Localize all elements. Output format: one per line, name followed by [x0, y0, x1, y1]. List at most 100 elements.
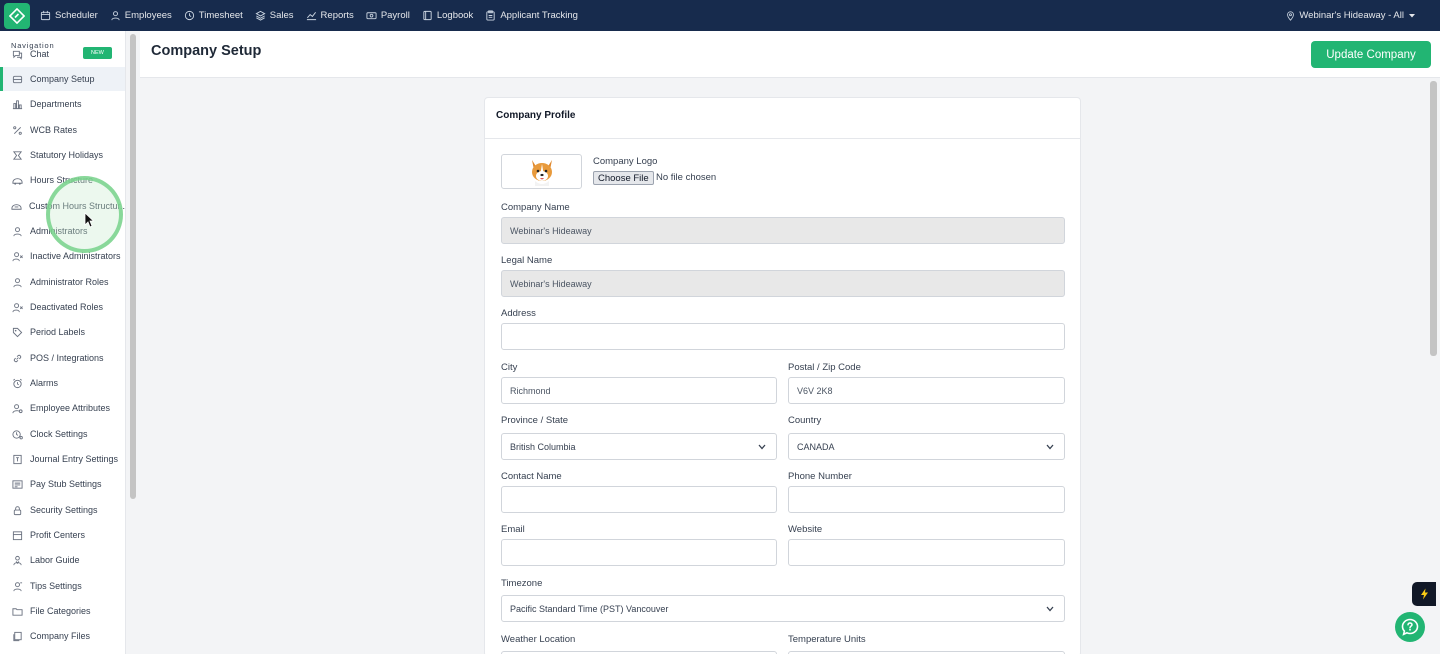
sidebar-item-label: Pay Stub Settings [30, 479, 102, 489]
sidebar-item-icon [11, 402, 23, 414]
sidebar-item-security-settings[interactable]: Security Settings [0, 498, 125, 522]
book-icon [423, 10, 432, 21]
sidebar-item-icon [11, 605, 23, 617]
profit-icon [12, 530, 22, 540]
quick-actions-button[interactable] [1412, 582, 1436, 606]
help-chat-button[interactable] [1395, 612, 1425, 642]
topnav-item-label: Logbook [436, 10, 474, 21]
sidebar-item-icon [11, 428, 23, 440]
help-bubble-icon [1401, 618, 1419, 636]
hours-icon [11, 177, 23, 185]
paystub-icon [11, 479, 23, 489]
chevron-down-icon [1046, 606, 1054, 611]
sidebar-item-label: Company Setup [30, 74, 95, 84]
postal-code-field[interactable]: V6V 2K8 [788, 377, 1065, 404]
clock-icon [184, 10, 194, 21]
sidebar-item-pos-integrations[interactable]: POS / Integrations [0, 346, 125, 370]
sidebar-item-icon [11, 326, 23, 338]
sidebar-item-company-setup[interactable]: Company Setup [0, 67, 125, 91]
sidebar-item-wcb-rates[interactable]: WCB Rates [0, 118, 125, 142]
email-field[interactable] [501, 539, 777, 566]
sidebar-item-employee-attributes[interactable]: Employee Attributes [0, 396, 125, 420]
sidebar-item-icon [11, 453, 23, 465]
topnav-item-reports[interactable]: Reports [306, 10, 354, 21]
journal-icon [12, 454, 22, 464]
sidebar-item-chat[interactable]: Chat NEW [0, 42, 125, 66]
sidebar-item-departments[interactable]: Departments [0, 92, 125, 116]
topnav-item-label: Sales [269, 10, 294, 21]
person-icon [12, 226, 22, 236]
sidebar-item-label: Labor Guide [30, 555, 80, 565]
update-company-button[interactable]: Update Company [1311, 41, 1431, 68]
person-icon [12, 277, 22, 287]
labor-icon [12, 555, 22, 565]
sidebar-item-label: File Categories [30, 606, 91, 616]
topnav-item-logbook[interactable]: Logbook [422, 10, 473, 21]
sidebar-item-administrator-roles[interactable]: Administrator Roles [0, 270, 125, 294]
sidebar-item-company-files[interactable]: Company Files [0, 624, 125, 648]
contact-name-label: Contact Name [501, 471, 562, 482]
contact-name-field[interactable] [501, 486, 777, 513]
map-pin-icon [1287, 10, 1295, 21]
topnav-item-employees[interactable]: Employees [110, 10, 172, 21]
sidebar-item-icon [11, 554, 23, 566]
sidebar-item-label: Administrator Roles [30, 277, 109, 287]
person-icon [111, 11, 120, 21]
sidebar-item-profit-centers[interactable]: Profit Centers [0, 523, 125, 547]
sidebar-item-label: Period Labels [30, 327, 86, 337]
company-name-label: Company Name [501, 202, 570, 213]
website-label: Website [788, 524, 823, 535]
address-label: Address [501, 308, 536, 319]
topnav-item-label: Timesheet [198, 10, 243, 21]
topnav-item-label: Employees [124, 10, 172, 21]
sidebar-item-labor-guide[interactable]: Labor Guide [0, 548, 125, 572]
person-settings-icon [11, 403, 23, 413]
province-select[interactable]: British Columbia [501, 433, 777, 460]
sidebar-item-clock-settings[interactable]: Clock Settings [0, 422, 125, 446]
topnav-item-scheduler[interactable]: Scheduler [40, 10, 98, 21]
sidebar-item-file-categories[interactable]: File Categories [0, 599, 125, 623]
sidebar-item-inactive-administrators[interactable]: Inactive Administrators [0, 244, 125, 268]
sidebar-item-period-labels[interactable]: Period Labels [0, 320, 125, 344]
sidebar-item-label: Company Files [30, 631, 91, 641]
legal-name-field[interactable]: Webinar's Hideaway [501, 270, 1065, 297]
city-field[interactable]: Richmond [501, 377, 777, 404]
province-value: British Columbia [510, 441, 576, 452]
topnav-item-sales[interactable]: Sales [255, 10, 294, 21]
choose-file-button[interactable]: Choose File [593, 171, 654, 185]
phone-number-field[interactable] [788, 486, 1065, 513]
sidebar-item-label: Employee Attributes [30, 403, 111, 413]
alarm-icon [12, 378, 22, 388]
sidebar-scrollbar[interactable] [127, 31, 139, 654]
sidebar-item-alarms[interactable]: Alarms [0, 371, 125, 395]
topnav-item-timesheet[interactable]: Timesheet [184, 10, 243, 21]
location-selector[interactable]: Webinar's Hideaway - All [1282, 0, 1420, 31]
city-label: City [501, 362, 518, 373]
country-select[interactable]: CANADA [788, 433, 1065, 460]
province-label: Province / State [501, 415, 569, 426]
timezone-value: Pacific Standard Time (PST) Vancouver [510, 603, 669, 614]
topnav-item-payroll[interactable]: Payroll [366, 10, 410, 21]
sidebar-item-label: Security Settings [30, 505, 98, 515]
timezone-select[interactable]: Pacific Standard Time (PST) Vancouver [501, 595, 1065, 622]
website-field[interactable] [788, 539, 1065, 566]
main-scrollbar[interactable] [1427, 78, 1440, 654]
email-label: Email [501, 524, 525, 535]
custom-hours-icon [11, 203, 22, 210]
sidebar-item-pay-stub-settings[interactable]: Pay Stub Settings [0, 472, 125, 496]
sidebar-item-icon [11, 504, 23, 516]
address-field[interactable] [501, 323, 1065, 350]
company-name-field[interactable]: Webinar's Hideaway [501, 217, 1065, 244]
new-badge: NEW [83, 47, 112, 59]
sidebar-item-tips-settings[interactable]: Tips Settings [0, 574, 125, 598]
calendar-holiday-icon [12, 150, 22, 160]
sidebar-item-label: Inactive Administrators [30, 251, 121, 261]
top-navbar: Scheduler Employees Timesheet Sales Reports P… [0, 0, 1440, 31]
app-logo[interactable] [4, 2, 30, 29]
sidebar-item-statutory-holidays[interactable]: Statutory Holidays [0, 143, 125, 167]
sidebar-item-deactivated-roles[interactable]: Deactivated Roles [0, 295, 125, 319]
topnav-item-applicant-tracking[interactable]: Applicant Tracking [485, 10, 578, 21]
topnav-item-label: Payroll [380, 10, 410, 21]
chart-line-icon [306, 12, 316, 21]
sidebar-item-journal-entry-settings[interactable]: Journal Entry Settings [0, 447, 125, 471]
